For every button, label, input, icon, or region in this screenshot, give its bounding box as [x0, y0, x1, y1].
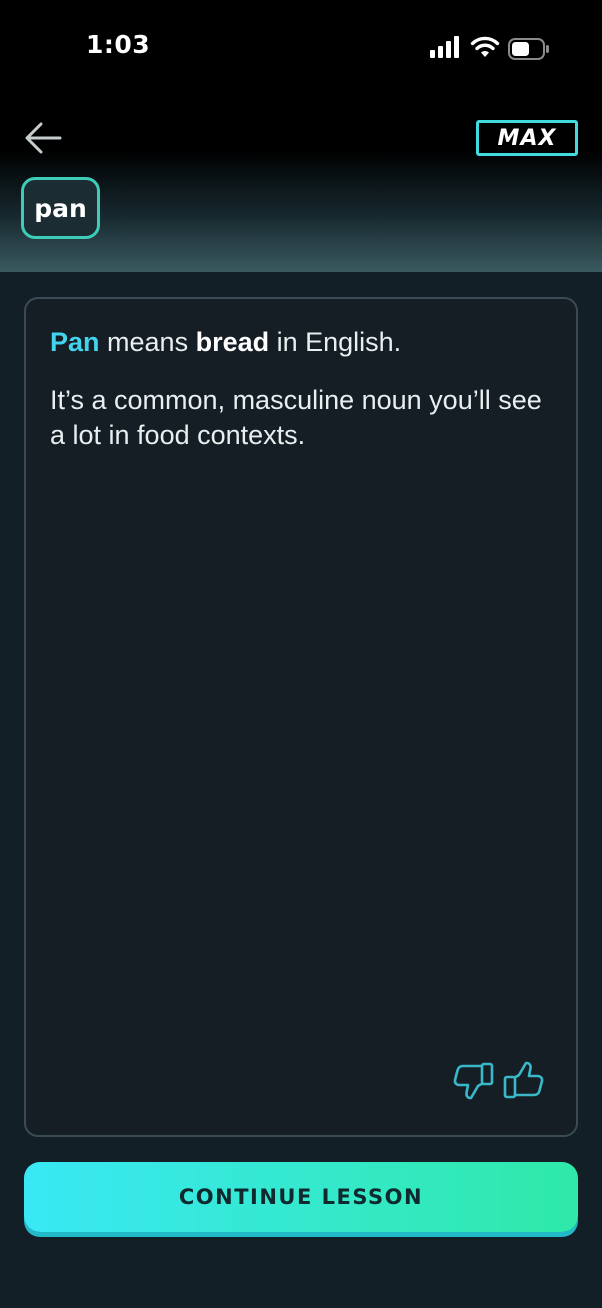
definition-text-a: means [99, 327, 196, 357]
battery-icon [508, 38, 549, 60]
arrow-left-icon [25, 122, 62, 154]
thumbs-up-button[interactable] [502, 1061, 546, 1101]
thumbs-down-button[interactable] [452, 1061, 496, 1101]
highlight-word: Pan [50, 327, 100, 357]
definition-text: Pan means bread in English. [50, 325, 550, 359]
signal-icon [430, 36, 459, 58]
back-button[interactable] [22, 118, 64, 158]
thumbs-up-icon [503, 1061, 544, 1099]
status-bar: 1:03 [0, 0, 602, 96]
status-time: 1:03 [86, 30, 151, 59]
explanation-card: Pan means bread in English. It’s a commo… [24, 297, 578, 1137]
word-chip: pan [21, 177, 100, 239]
definition-text-b: in English. [269, 327, 402, 357]
continue-lesson-button[interactable]: CONTINUE LESSON [24, 1162, 578, 1232]
thumbs-down-icon [453, 1062, 494, 1100]
feedback-buttons [452, 1061, 548, 1101]
max-badge[interactable]: MAX [476, 120, 578, 156]
lesson-screen: 1:03 MAX pan Pan means bread in English.… [0, 0, 602, 1308]
header: 1:03 MAX pan [0, 0, 602, 272]
bold-word: bread [195, 327, 270, 357]
wifi-icon [470, 36, 500, 57]
explanation-text: It’s a common, masculine noun you’ll see… [50, 385, 542, 450]
